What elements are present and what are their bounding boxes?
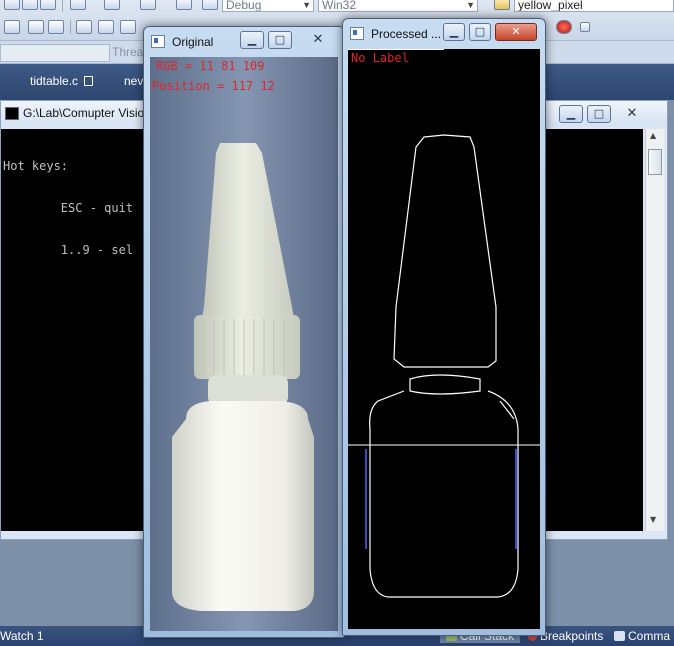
thread-label: Threa bbox=[112, 45, 144, 59]
processed-window[interactable]: Processed ... ▁ □ ✕ No Label bbox=[342, 18, 546, 636]
processed-minimize-button[interactable]: ▁ bbox=[443, 23, 465, 41]
scroll-thumb[interactable] bbox=[648, 149, 662, 175]
bottle-photo bbox=[150, 57, 338, 631]
find-in-files-icon[interactable] bbox=[494, 0, 510, 10]
original-minimize-button[interactable]: ▁ bbox=[240, 31, 264, 49]
tab-new[interactable]: nev bbox=[124, 74, 143, 88]
original-window-title: Original bbox=[172, 35, 214, 49]
breakpoint-icon[interactable] bbox=[556, 20, 572, 34]
processed-window-title: Processed ... bbox=[371, 27, 442, 41]
undo-icon[interactable] bbox=[70, 0, 86, 10]
uncomment-icon[interactable] bbox=[48, 20, 64, 34]
edge-contour-image bbox=[348, 49, 540, 629]
original-maximize-button[interactable]: □ bbox=[268, 31, 292, 49]
paste-icon[interactable] bbox=[4, 0, 20, 10]
find-combo[interactable]: yellow_pixel bbox=[514, 0, 674, 12]
solution-config-combo[interactable]: Debug ▼ bbox=[222, 0, 314, 12]
window-icon bbox=[350, 27, 364, 40]
console-minimize-button[interactable]: ▁ bbox=[559, 105, 583, 123]
prev-bookmark-icon[interactable] bbox=[98, 20, 114, 34]
navigate-back-icon[interactable] bbox=[140, 0, 156, 10]
clipboard-icon[interactable] bbox=[40, 0, 56, 10]
original-close-button[interactable]: ✕ bbox=[300, 31, 336, 49]
console-close-button[interactable]: ✕ bbox=[615, 105, 649, 123]
indent-icon[interactable] bbox=[4, 20, 20, 34]
console-scrollbar[interactable]: ▲ ▼ bbox=[645, 129, 664, 531]
toolbar-options-icon[interactable] bbox=[580, 22, 590, 32]
scroll-up-icon[interactable]: ▲ bbox=[650, 131, 656, 140]
console-maximize-button[interactable]: □ bbox=[587, 105, 611, 123]
solution-platform-combo[interactable]: Win32 ▼ bbox=[318, 0, 478, 12]
lock-icon bbox=[84, 76, 94, 86]
rgb-readout: RGB = 11 81 109 bbox=[156, 59, 265, 73]
processed-maximize-button[interactable]: □ bbox=[469, 23, 491, 41]
original-image-canvas[interactable]: RGB = 11 81 109 Position = 117 12 bbox=[150, 57, 338, 631]
command-window-tab[interactable]: Comma bbox=[614, 629, 670, 643]
command-icon bbox=[614, 631, 625, 641]
console-text: Hot keys: ESC - quit 1..9 - sel bbox=[3, 159, 134, 257]
label-readout: No Label bbox=[351, 51, 409, 65]
processed-close-button[interactable]: ✕ bbox=[495, 23, 537, 41]
console-title: G:\Lab\Comupter Visio bbox=[23, 106, 145, 120]
console-app-icon bbox=[5, 107, 19, 120]
processed-image-canvas[interactable]: No Label bbox=[348, 49, 540, 629]
tab-tidtable[interactable]: tidtable.c bbox=[30, 74, 94, 88]
comment-icon[interactable] bbox=[28, 20, 44, 34]
position-readout: Position = 117 12 bbox=[152, 79, 275, 93]
watch-tab[interactable]: Watch 1 bbox=[0, 629, 44, 643]
redo-icon[interactable] bbox=[104, 0, 120, 10]
bookmark-icon[interactable] bbox=[76, 20, 92, 34]
window-icon bbox=[151, 35, 165, 48]
start-debug-icon[interactable] bbox=[202, 0, 218, 10]
copy-icon[interactable] bbox=[22, 0, 38, 10]
navigate-forward-icon[interactable] bbox=[176, 0, 192, 10]
next-bookmark-icon[interactable] bbox=[120, 20, 136, 34]
process-combo[interactable] bbox=[0, 44, 110, 62]
original-window[interactable]: Original ▁ □ ✕ RGB = 11 81 109 Position … bbox=[143, 26, 345, 638]
scroll-down-icon[interactable]: ▼ bbox=[650, 515, 656, 524]
